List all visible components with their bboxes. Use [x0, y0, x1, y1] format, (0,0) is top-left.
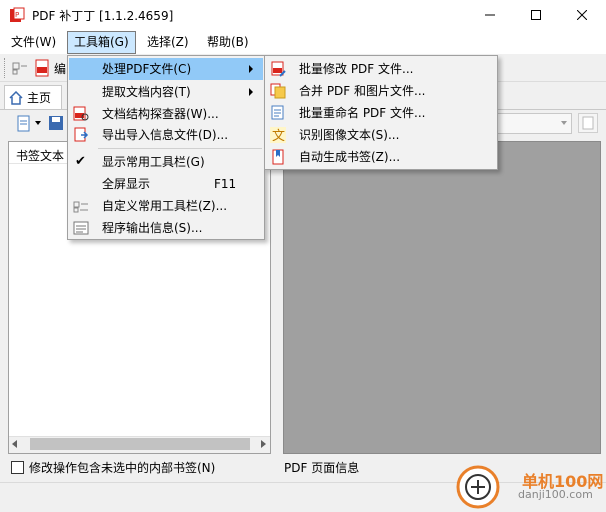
menu-item-label: 识别图像文本(S)...	[299, 128, 400, 142]
menu-select[interactable]: 选择(Z)	[141, 30, 195, 54]
menu-item-export-import[interactable]: 导出导入信息文件(D)...	[69, 124, 263, 146]
menu-item-label: 全屏显示	[102, 177, 151, 191]
ocr-icon: 文	[270, 127, 286, 144]
menu-item-label: 自定义常用工具栏(Z)...	[102, 199, 228, 213]
menu-item-label: 批量修改 PDF 文件...	[299, 62, 414, 76]
column-header-bookmark-text[interactable]: 书签文本	[16, 147, 64, 164]
submenu-item-batch-rename[interactable]: 批量重命名 PDF 文件...	[266, 102, 496, 124]
submenu-item-auto-bookmark[interactable]: 自动生成书签(Z)...	[266, 146, 496, 168]
menu-item-label: 提取文档内容(T)	[102, 85, 191, 99]
customize-icon	[73, 198, 89, 214]
page-info-label: PDF 页面信息	[284, 461, 360, 475]
menu-item-extract-content[interactable]: 提取文档内容(T)	[69, 81, 263, 103]
export-icon	[73, 127, 89, 143]
menu-item-label: 文档结构探查器(W)...	[102, 107, 219, 121]
maximize-button[interactable]	[513, 0, 559, 30]
pdf-merge-icon	[270, 83, 286, 99]
menu-item-label: 程序输出信息(S)...	[102, 221, 203, 235]
menu-item-shortcut: F11	[214, 177, 237, 191]
process-pdf-submenu: 批量修改 PDF 文件... 合并 PDF 和图片文件... 批量重命名 PDF…	[264, 55, 498, 170]
include-internal-bookmarks-checkbox[interactable]	[11, 461, 24, 474]
submenu-arrow-icon	[249, 65, 253, 73]
tab-home[interactable]: 主页	[4, 85, 62, 109]
maximize-icon	[531, 10, 541, 20]
menu-item-label: 合并 PDF 和图片文件...	[299, 84, 426, 98]
page-settings-icon	[582, 116, 594, 130]
scroll-left-icon[interactable]	[12, 440, 17, 448]
checklist-icon[interactable]	[12, 60, 28, 76]
toolbar-edit-label[interactable]: 编	[54, 60, 66, 77]
close-button[interactable]	[559, 0, 605, 30]
svg-text:文: 文	[272, 129, 285, 143]
page-settings-button[interactable]	[578, 113, 598, 133]
pdf-edit-toolbar-icon[interactable]	[34, 59, 50, 77]
include-internal-bookmarks-label: 修改操作包含未选中的内部书签(N)	[29, 461, 216, 475]
pdf-edit-icon	[270, 61, 286, 77]
app-icon: P	[9, 7, 25, 23]
tools-menu: 处理PDF文件(C) 提取文档内容(T) 文档结构探查器(W)... 导出导入信…	[67, 55, 265, 240]
menu-item-program-output[interactable]: 程序输出信息(S)...	[69, 217, 263, 239]
minimize-button[interactable]	[467, 0, 513, 30]
menu-tools[interactable]: 工具箱(G)	[67, 31, 136, 54]
menu-file[interactable]: 文件(W)	[5, 30, 62, 54]
close-icon	[577, 10, 587, 20]
pdf-inspect-icon	[73, 106, 89, 122]
pdf-preview-panel[interactable]	[283, 141, 601, 454]
menu-item-label: 处理PDF文件(C)	[102, 62, 192, 76]
chevron-down-icon[interactable]	[35, 121, 41, 125]
check-icon: ✔	[75, 154, 86, 169]
document-icon[interactable]	[16, 115, 32, 133]
home-icon	[9, 90, 23, 105]
pdf-rename-icon	[270, 105, 286, 121]
scrollbar-thumb[interactable]	[30, 438, 250, 450]
menu-item-label: 导出导入信息文件(D)...	[102, 128, 229, 142]
bookmark-icon	[270, 149, 286, 165]
log-icon	[73, 220, 89, 236]
menu-item-show-toolbar[interactable]: ✔ 显示常用工具栏(G)	[69, 151, 263, 173]
watermark-logo	[456, 465, 500, 509]
menu-item-customize-toolbar[interactable]: 自定义常用工具栏(Z)...	[69, 195, 263, 217]
menu-item-label: 自动生成书签(Z)...	[299, 150, 401, 164]
menu-separator	[98, 148, 262, 149]
menu-help[interactable]: 帮助(B)	[201, 30, 255, 54]
minimize-icon	[485, 14, 495, 16]
status-bar	[0, 482, 606, 507]
window-title: PDF 补丁丁 [1.1.2.4659]	[32, 9, 174, 23]
submenu-item-merge[interactable]: 合并 PDF 和图片文件...	[266, 80, 496, 102]
save-icon[interactable]	[48, 115, 64, 131]
menu-item-label: 批量重命名 PDF 文件...	[299, 106, 426, 120]
toolbar-grip[interactable]	[4, 58, 6, 78]
submenu-item-ocr[interactable]: 文 识别图像文本(S)...	[266, 124, 496, 146]
chevron-down-icon[interactable]	[561, 121, 567, 125]
menu-item-structure-inspector[interactable]: 文档结构探查器(W)...	[69, 103, 263, 125]
submenu-item-batch-modify[interactable]: 批量修改 PDF 文件...	[266, 58, 496, 80]
menu-item-fullscreen[interactable]: 全屏显示 F11	[69, 173, 263, 195]
scroll-right-icon[interactable]	[261, 440, 266, 448]
watermark-site-url: danji100.com	[518, 488, 593, 501]
svg-text:P: P	[15, 11, 19, 19]
menu-item-process-pdf[interactable]: 处理PDF文件(C)	[69, 58, 263, 80]
submenu-arrow-icon	[249, 88, 253, 96]
menu-item-label: 显示常用工具栏(G)	[102, 155, 205, 169]
tab-home-label: 主页	[27, 91, 52, 105]
